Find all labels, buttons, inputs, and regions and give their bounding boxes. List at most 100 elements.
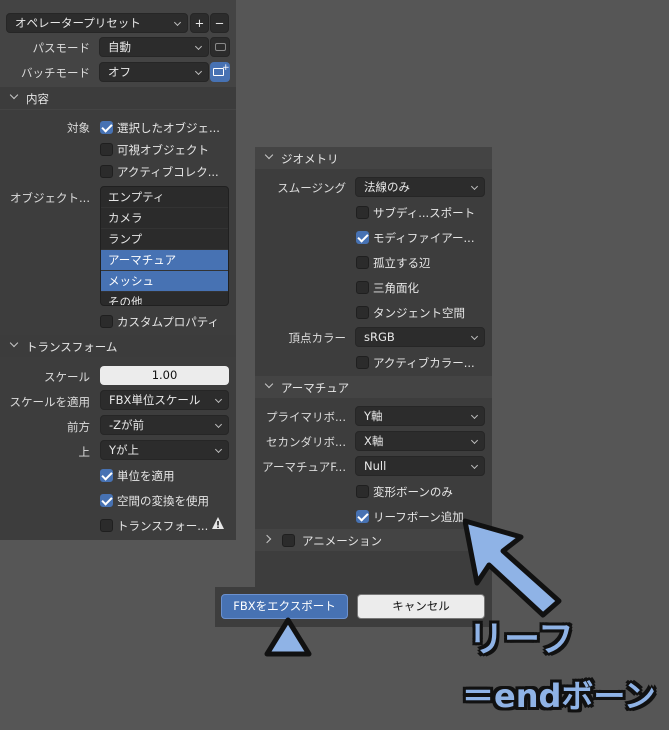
armature-node-type-value: Null xyxy=(364,459,387,473)
subdivision-surface-checkbox[interactable] xyxy=(356,206,369,219)
object-type-mesh[interactable]: メッシュ xyxy=(101,271,228,292)
chevron-down-icon xyxy=(9,338,19,348)
operator-preset-label: オペレータープリセット xyxy=(15,16,141,30)
chevron-down-icon xyxy=(9,90,19,100)
vertex-color-label: 頂点カラー xyxy=(288,331,347,345)
vertex-color-dropdown[interactable]: sRGB xyxy=(355,327,485,347)
selected-objects-label: 選択したオブジェ... xyxy=(117,121,220,135)
batch-mode-dropdown[interactable]: オフ xyxy=(99,62,209,82)
add-leaf-bones-label: リーフボーン追加 xyxy=(373,510,464,524)
geometry-title: ジオメトリ xyxy=(281,152,339,166)
secondary-bone-axis-dropdown[interactable]: X軸 xyxy=(355,431,485,451)
chevron-down-icon xyxy=(214,420,223,429)
annotation-leaf-text: リーフ xyxy=(468,619,574,660)
object-type-empty[interactable]: エンプティ xyxy=(101,187,228,208)
path-mode-dropdown[interactable]: 自動 xyxy=(99,37,209,57)
chevron-down-icon xyxy=(214,445,223,454)
embed-textures-toggle[interactable] xyxy=(210,37,230,57)
chevron-down-icon xyxy=(264,150,274,160)
operator-preset-dropdown[interactable]: オペレータープリセット xyxy=(6,13,188,33)
deform-bones-only-checkbox[interactable] xyxy=(356,485,369,498)
apply-modifiers-label: モディファイアー... xyxy=(373,231,475,245)
annotation-end-bone-text: ＝endボーン xyxy=(462,677,656,715)
apply-scaling-label: スケールを適用 xyxy=(9,395,91,409)
target-label: 対象 xyxy=(67,121,90,135)
chevron-down-icon xyxy=(470,436,479,445)
forward-axis-dropdown[interactable]: -Zが前 xyxy=(100,415,229,435)
chevron-down-icon xyxy=(470,411,479,420)
warning-icon xyxy=(212,517,224,529)
apply-transform-label: トランスフォー... xyxy=(117,519,209,533)
plus-icon: + xyxy=(194,16,205,30)
primary-bone-axis-label: プライマリボ... xyxy=(266,410,346,424)
smoothing-dropdown[interactable]: 法線のみ xyxy=(355,177,485,197)
active-collection-label: アクティブコレク... xyxy=(117,165,219,179)
object-types-label: オブジェクト... xyxy=(10,191,90,205)
apply-scaling-dropdown[interactable]: FBX単位スケール xyxy=(100,390,229,410)
object-type-camera[interactable]: カメラ xyxy=(101,208,228,229)
object-type-lamp[interactable]: ランプ xyxy=(101,229,228,250)
minus-icon: − xyxy=(214,16,225,30)
secondary-bone-axis-label: セカンダリボ... xyxy=(266,435,346,449)
scale-label: スケール xyxy=(44,370,90,384)
selected-objects-checkbox[interactable] xyxy=(100,121,113,134)
up-axis-value: Yが上 xyxy=(109,443,140,457)
loose-edges-label: 孤立する辺 xyxy=(373,256,431,270)
armature-node-type-dropdown[interactable]: Null xyxy=(355,456,485,476)
scale-field[interactable]: 1.00 xyxy=(100,366,229,385)
batch-mode-value: オフ xyxy=(108,65,131,79)
transform-section-header[interactable]: トランスフォーム xyxy=(0,335,236,357)
object-type-armature[interactable]: アーマチュア xyxy=(101,250,228,271)
tangent-space-label: タンジェント空間 xyxy=(373,306,465,320)
triangulate-checkbox[interactable] xyxy=(356,281,369,294)
visible-objects-label: 可視オブジェクト xyxy=(117,143,209,157)
smoothing-label: スムージング xyxy=(277,181,346,195)
path-mode-value: 自動 xyxy=(108,40,131,54)
apply-modifiers-checkbox[interactable] xyxy=(356,231,369,244)
chevron-down-icon xyxy=(264,379,274,389)
up-arrow-annotation-icon xyxy=(264,617,312,657)
up-axis-dropdown[interactable]: Yが上 xyxy=(100,440,229,460)
plus-badge-icon: + xyxy=(222,63,230,73)
object-types-list: エンプティ カメラ ランプ アーマチュア メッシュ その他 xyxy=(100,186,229,306)
chevron-down-icon xyxy=(194,67,203,76)
forward-label: 前方 xyxy=(67,420,90,434)
geometry-section-header[interactable]: ジオメトリ xyxy=(255,147,492,169)
armature-section-header[interactable]: アーマチュア xyxy=(255,376,492,398)
chevron-down-icon xyxy=(173,18,182,27)
chevron-down-icon xyxy=(194,42,203,51)
tangent-space-checkbox[interactable] xyxy=(356,306,369,319)
primary-bone-axis-dropdown[interactable]: Y軸 xyxy=(355,406,485,426)
path-mode-label: パスモード xyxy=(32,41,91,55)
preset-remove-button[interactable]: − xyxy=(210,13,229,33)
use-space-transform-checkbox[interactable] xyxy=(100,494,113,507)
armature-node-type-label: アーマチュアF... xyxy=(262,460,346,474)
up-label: 上 xyxy=(78,445,91,459)
custom-properties-checkbox[interactable] xyxy=(100,315,113,328)
vertex-color-value: sRGB xyxy=(364,330,395,344)
chevron-down-icon xyxy=(470,182,479,191)
animation-checkbox[interactable] xyxy=(282,534,295,547)
transform-title: トランスフォーム xyxy=(26,340,118,354)
active-color-checkbox[interactable] xyxy=(356,356,369,369)
animation-title: アニメーション xyxy=(302,534,383,548)
use-space-transform-label: 空間の変換を使用 xyxy=(117,494,209,508)
batch-mode-label: バッチモード xyxy=(21,66,90,80)
apply-unit-checkbox[interactable] xyxy=(100,469,113,482)
loose-edges-checkbox[interactable] xyxy=(356,256,369,269)
custom-properties-label: カスタムプロパティ xyxy=(117,315,220,329)
object-type-other[interactable]: その他 xyxy=(101,292,228,305)
batch-own-dir-toggle[interactable]: + xyxy=(210,62,230,82)
deform-bones-only-label: 変形ボーンのみ xyxy=(373,485,453,499)
triangulate-label: 三角面化 xyxy=(373,281,419,295)
active-collection-checkbox[interactable] xyxy=(100,165,113,178)
forward-axis-value: -Zが前 xyxy=(109,418,145,432)
active-color-label: アクティブカラー... xyxy=(373,356,475,370)
visible-objects-checkbox[interactable] xyxy=(100,143,113,156)
apply-transform-checkbox[interactable] xyxy=(100,519,113,532)
include-title: 内容 xyxy=(26,92,49,106)
include-section-header[interactable]: 内容 xyxy=(0,87,236,109)
preset-add-button[interactable]: + xyxy=(190,13,209,33)
apply-scaling-value: FBX単位スケール xyxy=(109,393,201,407)
add-leaf-bones-checkbox[interactable] xyxy=(356,510,369,523)
